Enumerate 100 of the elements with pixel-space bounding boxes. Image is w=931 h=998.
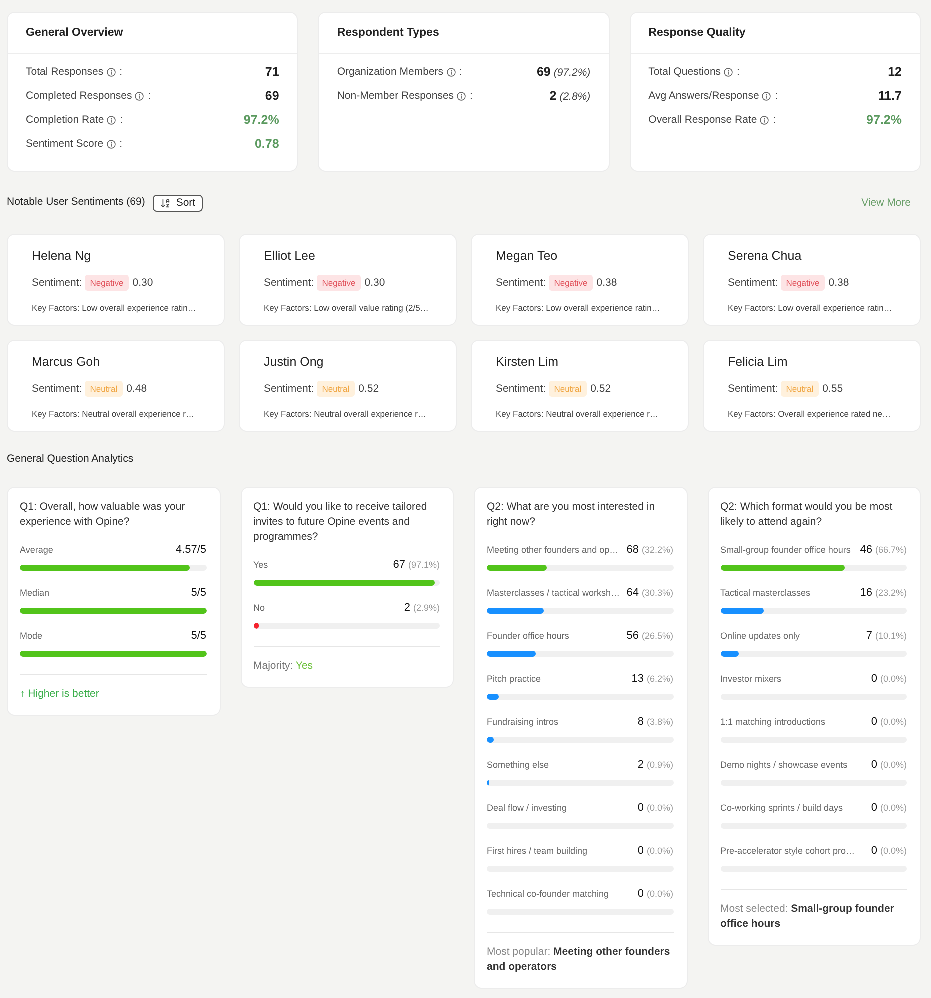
option-label: Mode [20, 630, 43, 642]
info-icon [457, 92, 466, 100]
question-summary: Most popular: Meeting other founders and operators [487, 945, 672, 975]
sentiment-badge: Neutral [85, 381, 123, 397]
option-count: 0 (0.0%) [871, 716, 907, 728]
person-name: Marcus Goh [32, 354, 100, 370]
option-count: 0 (0.0%) [871, 802, 907, 814]
option-count: 4.57/5 [176, 544, 206, 556]
sentiment-badge: Neutral [549, 381, 587, 397]
sentiment-badge: Negative [549, 275, 593, 291]
sentiment-badge: Neutral [781, 381, 819, 397]
section-title: General Question Analytics [7, 452, 134, 466]
person-name: Megan Teo [496, 248, 558, 264]
option-label: No [254, 602, 266, 614]
person-name: Felicia Lim [728, 354, 788, 370]
stat-value: 69 [265, 89, 280, 103]
option-count: 0 (0.0%) [638, 802, 674, 814]
question-title: Q2: What are you most interested in right now? [487, 500, 656, 530]
option-count: 0 (0.0%) [638, 845, 674, 857]
sentiment-label: Sentiment: [728, 383, 778, 395]
info-icon [762, 92, 772, 100]
sort-button[interactable]: Sort [153, 194, 203, 212]
question-title: Q1: Overall, how valuable was your experience with Opine? [20, 500, 186, 530]
person-name: Serena Chua [728, 248, 802, 264]
key-factors: Key Factors: Overall experience rated ne… [728, 408, 891, 420]
sentiment-badge: Neutral [317, 381, 355, 397]
sentiment-score: 0.48 [126, 383, 148, 395]
question-summary: Most selected: Small-group founder office hours [720, 902, 896, 932]
option-label: Something else [487, 759, 550, 771]
key-factors: Key Factors: Neutral overall experience r… [496, 408, 659, 420]
info-icon [107, 116, 116, 124]
option-label: Investor mixers [720, 673, 782, 685]
key-factors: Key Factors: Low overall value rating (2/5… [264, 302, 429, 314]
stat-label: Total Responses [26, 66, 104, 78]
option-label: Co-working sprints / build days [720, 802, 844, 814]
option-count: 2 (0.9%) [638, 759, 674, 771]
person-name: Justin Ong [264, 354, 324, 370]
sentiment-badge: Negative [781, 275, 825, 291]
sentiment-label: Sentiment: [728, 277, 778, 289]
person-name: Elliot Lee [264, 248, 316, 264]
option-label: Pre-accelerator style cohort pro… [720, 845, 856, 857]
stat-label: Sentiment Score [26, 138, 104, 150]
question-summary: Majority: Yes [254, 659, 314, 674]
stat-label: Avg Answers/Response [648, 90, 760, 102]
card-title: Response Quality [630, 13, 920, 54]
stat-value: 11.7 [878, 89, 902, 103]
option-label: 1:1 matching introductions [720, 716, 826, 728]
option-count: 5/5 [191, 587, 206, 599]
label-colon: : [775, 90, 778, 102]
option-count: 0 (0.0%) [871, 673, 907, 685]
sentiment-score: 0.38 [596, 277, 618, 289]
label-colon: : [773, 114, 776, 126]
option-count: 67 (97.1%) [393, 559, 440, 571]
sentiment-label: Sentiment: [496, 277, 546, 289]
option-label: Average [20, 544, 54, 556]
sentiment-score: 0.55 [822, 383, 844, 395]
question-title: Q2: Which format would you be most likely to attend again? [720, 500, 894, 530]
sentiment-score: 0.30 [132, 277, 154, 289]
card-title: Respondent Types [319, 13, 609, 54]
option-count: 7 (10.1%) [866, 630, 907, 642]
sentiment-badge: Negative [85, 275, 129, 291]
info-icon [135, 92, 144, 100]
stat-value: 2 (2.8%) [550, 89, 591, 103]
sentiment-label: Sentiment: [32, 383, 82, 395]
key-factors: Key Factors: Neutral overall experience r… [264, 408, 427, 420]
info-icon [446, 68, 456, 76]
sentiment-label: Sentiment: [264, 383, 314, 395]
option-label: Deal flow / investing [487, 802, 568, 814]
stat-label: Completed Responses [26, 90, 132, 102]
option-label: Median [20, 587, 50, 599]
card-title: General Overview [8, 13, 298, 54]
stat-value: 97.2% [866, 113, 902, 127]
label-colon: : [120, 114, 124, 126]
label-colon: : [460, 66, 462, 78]
stat-value: 69 (97.2%) [536, 65, 591, 79]
stat-value: 97.2% [244, 113, 280, 127]
option-count: 68 (32.2%) [626, 544, 674, 556]
label-colon: : [120, 138, 123, 150]
option-count: 13 (6.2%) [632, 673, 674, 685]
option-count: 0 (0.0%) [638, 888, 674, 900]
sentiment-badge: Negative [317, 275, 361, 291]
info-icon [106, 140, 116, 148]
person-name: Helena Ng [32, 248, 92, 264]
sentiment-score: 0.38 [828, 277, 850, 289]
option-label: Demo nights / showcase events [720, 759, 848, 771]
option-label: Technical co-founder matching [487, 888, 610, 900]
info-icon [106, 68, 116, 76]
stat-label: Non-Member Responses [337, 90, 454, 102]
sort-icon [160, 198, 172, 208]
key-factors: Key Factors: Low overall experience ratin… [728, 302, 892, 314]
option-label: Meeting other founders and op… [487, 544, 619, 556]
stat-value: 71 [265, 65, 280, 79]
info-icon [724, 68, 734, 76]
label-colon: : [470, 90, 473, 102]
option-label: Online updates only [720, 630, 800, 642]
stat-label: Total Questions [648, 66, 722, 78]
person-name: Kirsten Lim [496, 354, 559, 370]
option-label: Pitch practice [487, 673, 542, 685]
stat-value: 12 [888, 65, 902, 79]
option-count: 0 (0.0%) [871, 759, 907, 771]
